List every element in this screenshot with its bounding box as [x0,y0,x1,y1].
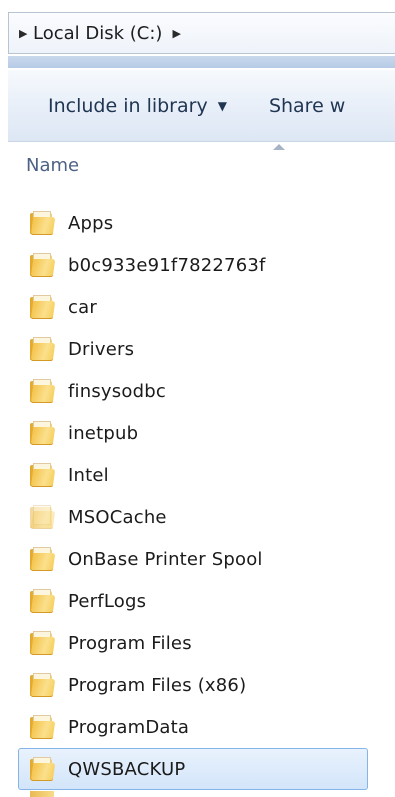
folder-icon [30,505,56,529]
include-in-library-label: Include in library [48,94,208,117]
file-name-label: b0c933e91f7822763f [68,254,266,276]
file-name-label: MSOCache [68,506,167,528]
include-in-library-button[interactable]: Include in library ▼ [48,95,227,117]
list-item[interactable]: Program Files [8,622,395,664]
list-item[interactable]: OnBase Printer Spool [8,538,395,580]
file-name-label: OnBase Printer Spool [68,548,263,570]
folder-icon [30,757,56,781]
list-item[interactable]: MSOCache [8,496,395,538]
folder-icon [30,295,56,319]
list-item[interactable]: car [8,286,395,328]
folder-icon [30,379,56,403]
file-name-label: ProgramData [68,716,190,738]
folder-icon [30,421,56,445]
folder-icon [30,715,56,739]
column-header-name[interactable]: Name [26,155,79,176]
folder-icon [30,673,56,697]
file-name-label: finsysodbc [68,380,166,402]
list-item[interactable]: Intel [8,454,395,496]
list-item[interactable]: finsysodbc [8,370,395,412]
file-name-label: inetpub [68,422,139,444]
list-item[interactable]: Program Files (x86) [8,664,395,706]
command-toolbar: Include in library ▼ Share w [8,70,395,142]
list-item[interactable]: inetpub [8,412,395,454]
partial-folder-icon [30,791,54,797]
list-item[interactable]: Apps [8,202,395,244]
share-with-button[interactable]: Share w [269,95,345,117]
file-name-label: PerfLogs [68,590,147,612]
file-list: Apps b0c933e91f7822763f car Drivers finsysod… [8,202,395,790]
folder-icon [30,589,56,613]
file-name-label: car [68,296,97,318]
file-name-label: Intel [68,464,109,486]
folder-icon [30,463,56,487]
address-divider [8,56,395,68]
file-name-label: Drivers [68,338,135,360]
file-name-label: Apps [68,212,114,234]
folder-icon [30,631,56,655]
list-item[interactable]: QWSBACKUP [18,748,368,790]
breadcrumb-chevron-icon[interactable]: ▶ [172,27,186,40]
breadcrumb-expand-icon[interactable]: ▶ [19,27,33,40]
list-item[interactable]: ProgramData [8,706,395,748]
file-name-label: Program Files (x86) [68,674,247,696]
column-header-row: Name [8,142,395,190]
sort-ascending-icon [273,144,285,150]
list-item[interactable]: PerfLogs [8,580,395,622]
dropdown-caret-icon: ▼ [217,98,227,113]
folder-icon [30,547,56,571]
address-bar[interactable]: ▶ Local Disk (C:) ▶ [8,12,395,54]
file-name-label: Program Files [68,632,192,654]
folder-icon [30,211,56,235]
list-item[interactable]: Drivers [8,328,395,370]
folder-icon [30,337,56,361]
breadcrumb-local-disk[interactable]: Local Disk (C:) [33,23,162,44]
file-name-label: QWSBACKUP [68,758,186,780]
list-item[interactable]: b0c933e91f7822763f [8,244,395,286]
share-with-label: Share w [268,94,346,117]
folder-icon [30,253,56,277]
